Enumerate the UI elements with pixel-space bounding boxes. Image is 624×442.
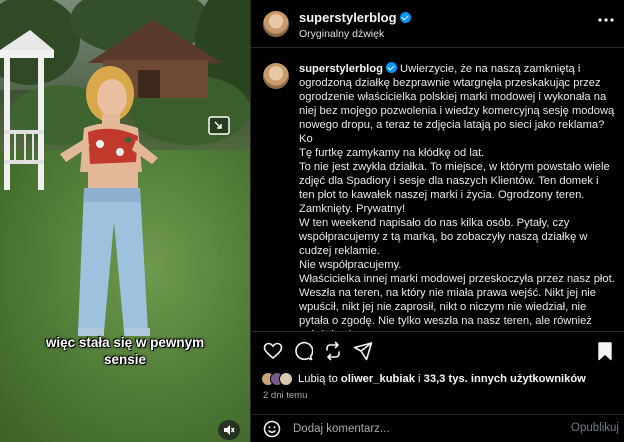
caption-paragraph-1: Ko: [299, 133, 313, 145]
speaker-muted-icon: [224, 425, 235, 435]
video-subtitle-line-1: więc stała się w pewnym: [45, 335, 205, 350]
likes-middle: i: [414, 373, 424, 385]
caption-paragraph-6: Właścicielka innej marki modowej przesko…: [299, 273, 615, 331]
post-panel: superstylerblog Oryginalny dźwięk supers…: [250, 0, 624, 442]
likes-user-link[interactable]: oliwer_kubiak: [341, 373, 415, 385]
header-username[interactable]: superstylerblog: [299, 10, 397, 25]
send-icon[interactable]: [353, 341, 373, 361]
audio-label[interactable]: Oryginalny dźwięk: [299, 28, 384, 40]
liker-avatar: [279, 372, 293, 386]
post-viewer: więc stała się w pewnym sensie superstyl…: [0, 0, 624, 442]
post-caption: superstylerblog Uwierzycie, że na naszą …: [299, 62, 617, 331]
caption-paragraph-5: Nie współpracujemy.: [299, 259, 402, 271]
likes-text: Lubią to oliwer_kubiak i 33,3 tys. innyc…: [298, 373, 586, 385]
avatar[interactable]: [263, 63, 289, 89]
video-person: [60, 66, 158, 336]
caption-paragraph-3: To nie jest zwykła działka. To miejsce, …: [299, 161, 610, 215]
mute-button[interactable]: [218, 420, 240, 440]
post-header: superstylerblog Oryginalny dźwięk: [251, 0, 624, 48]
video-player[interactable]: więc stała się w pewnym sensie: [0, 0, 250, 442]
picture-in-picture-icon[interactable]: [208, 116, 230, 136]
comment-input[interactable]: [293, 421, 543, 437]
caption-paragraph-4: W ten weekend napisało do nas kilka osób…: [299, 217, 588, 257]
bookmark-icon[interactable]: [595, 341, 615, 361]
avatar[interactable]: [263, 11, 289, 37]
more-horizontal-icon[interactable]: [597, 16, 615, 24]
action-bar: [251, 331, 624, 367]
verified-badge-icon: [399, 12, 411, 23]
caption-username[interactable]: superstylerblog: [299, 63, 383, 75]
publish-button[interactable]: Opublikuj: [571, 422, 619, 434]
likes-count-link[interactable]: 33,3 tys. innych użytkowników: [424, 373, 586, 385]
emoji-icon[interactable]: [263, 420, 281, 438]
verified-badge-icon: [385, 62, 397, 73]
caption-paragraph-0: superstylerblog Uwierzycie, że na naszą …: [299, 62, 617, 132]
likes-row[interactable]: Lubią to oliwer_kubiak i 33,3 tys. innyc…: [261, 368, 621, 390]
comments-scroll-area[interactable]: superstylerblog Uwierzycie, że na naszą …: [251, 49, 624, 331]
repost-icon[interactable]: [323, 341, 343, 361]
caption-paragraph-2: Tę furtkę zamykamy na kłódkę od lat.: [299, 147, 485, 159]
heart-icon[interactable]: [263, 341, 283, 361]
video-subtitle-line-2: sensie: [103, 352, 147, 367]
comment-bar: Opublikuj: [251, 414, 624, 442]
header-username-row: superstylerblog: [299, 10, 411, 25]
comment-icon[interactable]: [293, 341, 313, 361]
likes-prefix: Lubią to: [298, 373, 341, 385]
post-date[interactable]: 2 dni temu: [263, 390, 307, 401]
